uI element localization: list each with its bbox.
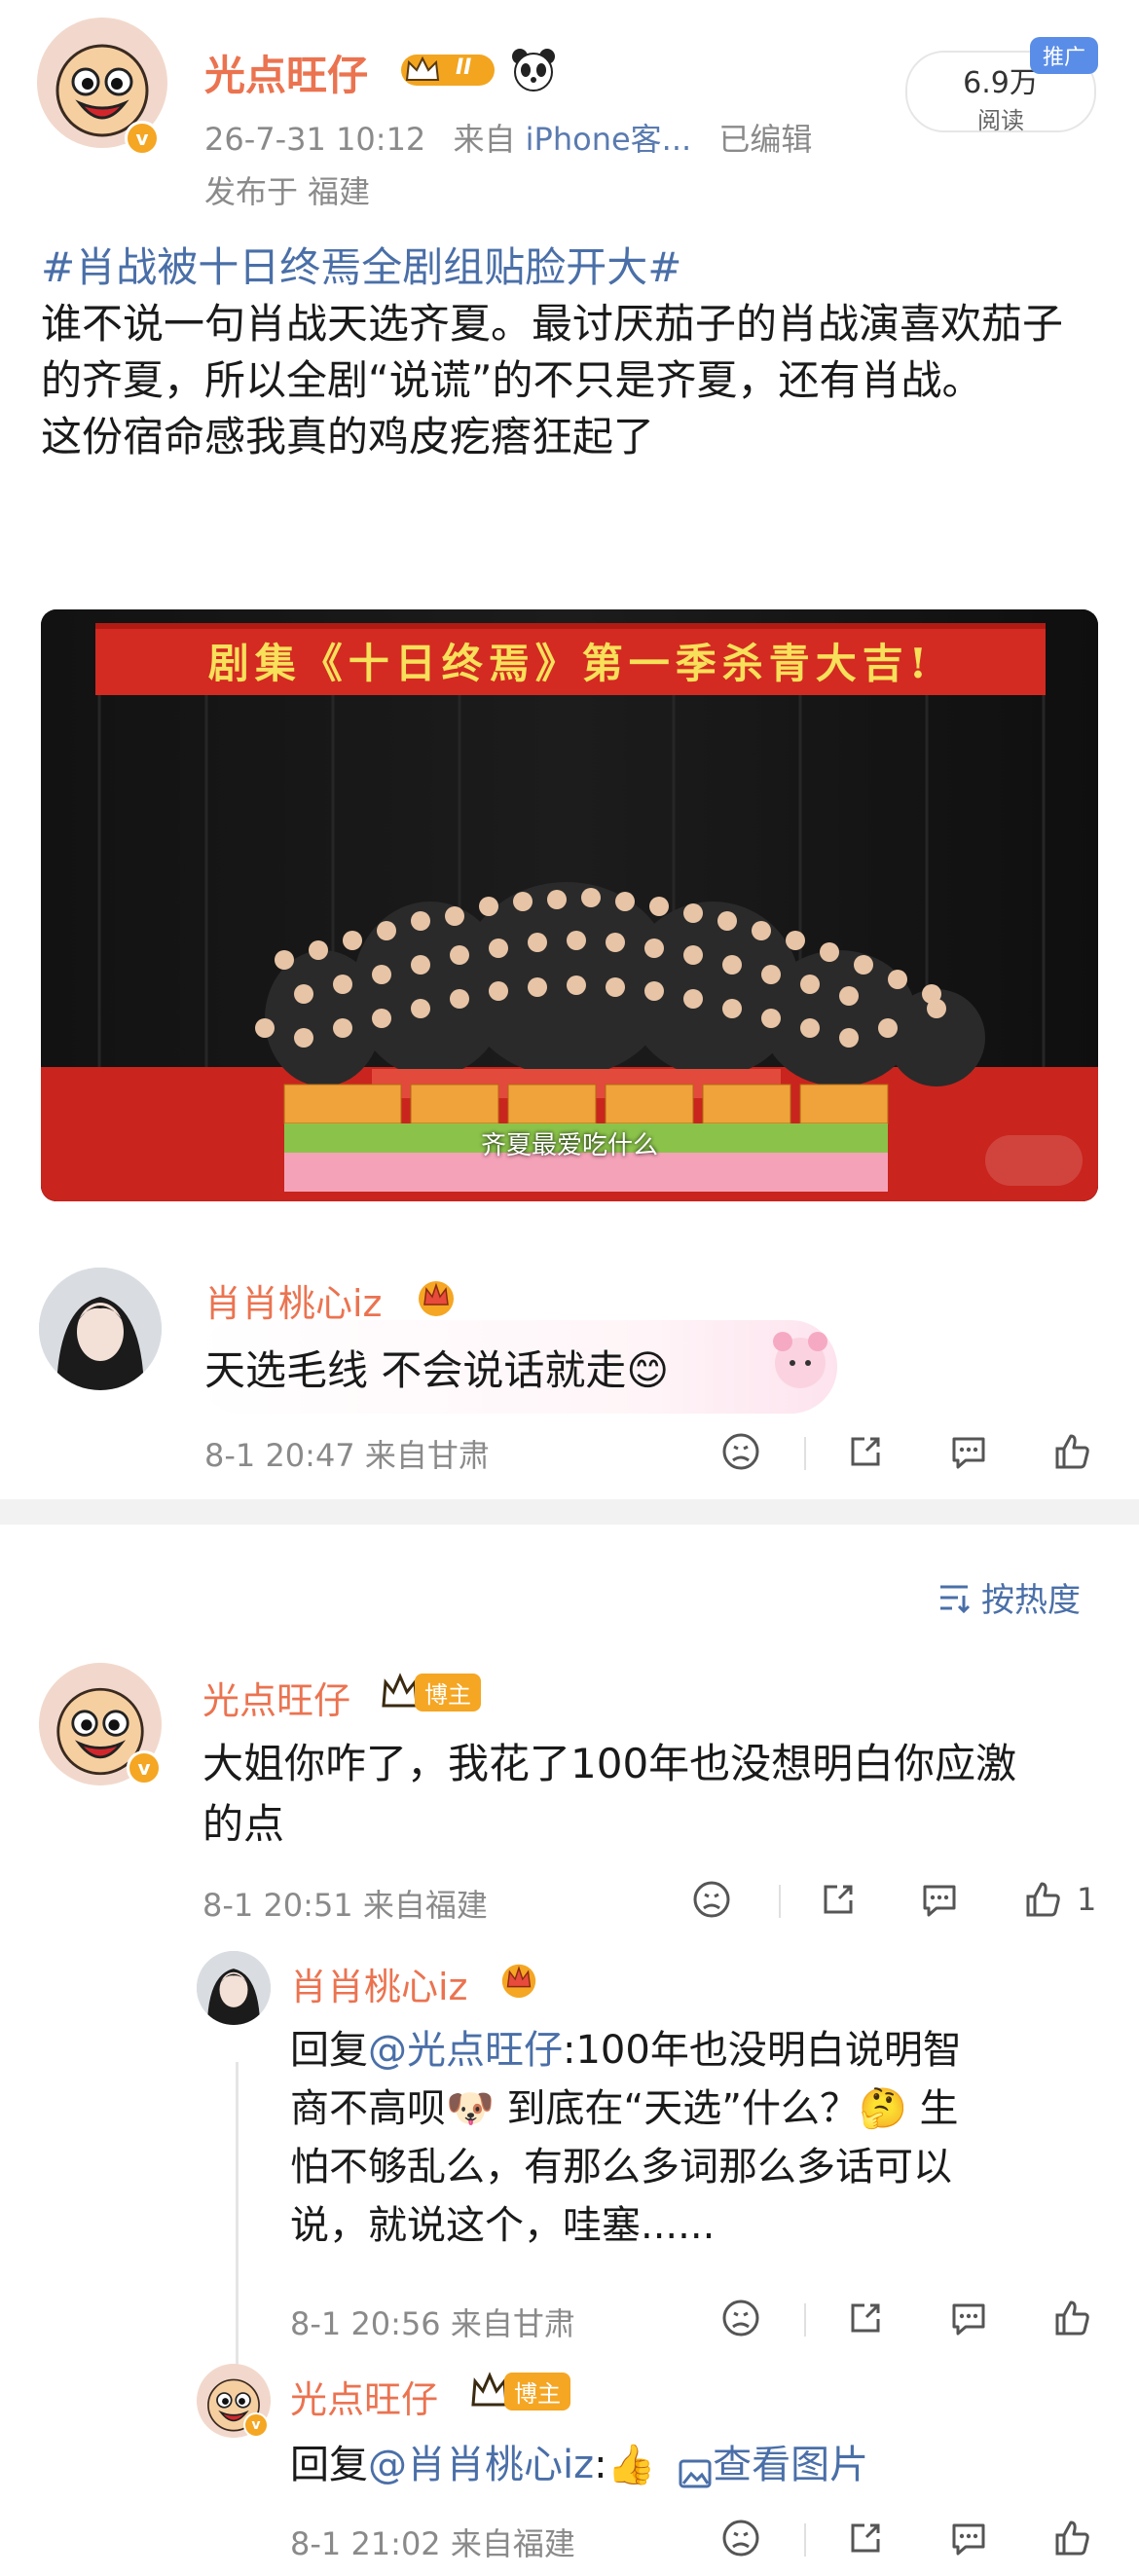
blogger-label: 博主 — [504, 2372, 570, 2410]
action-separator — [804, 1437, 806, 1470]
comment-icon[interactable] — [948, 2298, 989, 2338]
reply-after-mention: :👍 — [594, 2443, 656, 2487]
reply-author[interactable]: 肖肖桃心iz — [290, 1957, 468, 2010]
section-divider — [0, 1499, 1139, 1525]
action-separator — [779, 1885, 781, 1918]
bubble-decoration-icon — [759, 1324, 841, 1406]
reply-line-3: 怕不够乱么，有那么多词那么多话可以 — [290, 2145, 952, 2190]
crown-badge-icon — [498, 1959, 539, 2000]
post-meta: 26-7-31 10:12 来自 iPhone客... 已编辑 — [204, 115, 812, 160]
reply-prefix: 回复 — [290, 2443, 368, 2487]
reply-prefix: 回复 — [290, 2028, 368, 2073]
reply-line-2: 商不高呗🐶 到底在“天选”什么？🤔 生 — [290, 2086, 959, 2131]
reply-line-1: 回复@光点旺仔:100年也没明白说明智 — [290, 2021, 1098, 2079]
level-badge: II — [399, 51, 496, 90]
verified-badge-icon: v — [127, 1750, 162, 1785]
action-separator — [804, 2303, 806, 2337]
post-source[interactable]: iPhone客... — [526, 121, 692, 158]
like-count: 1 — [1077, 1881, 1097, 1918]
share-icon[interactable] — [845, 1431, 886, 1472]
sort-label: 按热度 — [981, 1581, 1081, 1620]
post-edited: 已编辑 — [718, 121, 813, 158]
read-label: 阅读 — [977, 107, 1024, 134]
post-photo[interactable]: 剧集《十日终焉》第一季杀青大吉! 齐夏最爱吃什么 — [41, 609, 1098, 1201]
post-paragraph-2: 这份宿命感我真的鸡皮疙瘩狂起了 — [41, 413, 655, 460]
post-source-prefix: 来自 — [453, 121, 516, 158]
comment-meta: 8-1 20:51 来自福建 — [202, 1887, 488, 1924]
reply-mention[interactable]: @肖肖桃心iz — [368, 2443, 594, 2487]
panda-icon — [510, 47, 557, 93]
comment-author[interactable]: 光点旺仔 — [202, 1671, 350, 1724]
dislike-icon[interactable] — [720, 1431, 761, 1472]
reply-line-4: 说，就说这个，哇塞...... — [290, 2203, 716, 2248]
post-hashtag[interactable]: #肖战被十日终焉全剧组贴脸开大# — [41, 239, 1102, 296]
crew-group-photo — [41, 609, 1098, 1201]
comment-icon[interactable] — [919, 1879, 960, 1920]
action-separator — [804, 2523, 806, 2557]
verified-badge-icon: v — [125, 121, 160, 156]
commenter-avatar[interactable] — [39, 1268, 162, 1390]
comment-meta: 8-1 20:47 来自甘肃 — [204, 1437, 490, 1474]
crown-level-icon — [401, 55, 495, 86]
reply-avatar[interactable] — [197, 1951, 271, 2025]
dislike-icon[interactable] — [691, 1879, 732, 1920]
commenter-name[interactable]: 肖肖桃心iz — [204, 1273, 383, 1327]
level-number: II — [456, 55, 472, 80]
blogger-badge: 博主 — [380, 1673, 481, 1711]
blogger-label: 博主 — [415, 1673, 481, 1711]
photo-banner-text: 剧集《十日终焉》第一季杀青大吉! — [207, 640, 934, 687]
post-body: #肖战被十日终焉全剧组贴脸开大# 谁不说一句肖战天选齐夏。最讨厌茄子的肖战演喜欢… — [41, 239, 1102, 465]
reply-text: 回复@肖肖桃心iz:👍 查看图片 — [290, 2436, 868, 2494]
girl-avatar-icon — [197, 1951, 271, 2025]
reply-thread-line — [236, 2062, 239, 2383]
post-location: 发布于 福建 — [204, 173, 371, 210]
sort-toggle[interactable]: 按热度 — [937, 1573, 1081, 1621]
dislike-icon[interactable] — [720, 2518, 761, 2558]
blogger-badge: 博主 — [469, 2372, 570, 2410]
share-icon[interactable] — [845, 2518, 886, 2558]
image-icon — [678, 2449, 713, 2488]
dislike-icon[interactable] — [720, 2298, 761, 2338]
author-name[interactable]: 光点旺仔 — [204, 43, 368, 102]
comment-text: 天选毛线 不会说话就走😊 — [204, 1346, 670, 1394]
reply-text-1: :100年也没明白说明智 — [563, 2028, 962, 2073]
view-image-label: 查看图片 — [713, 2443, 869, 2487]
share-icon[interactable] — [845, 2298, 886, 2338]
reply-author[interactable]: 光点旺仔 — [290, 2370, 438, 2423]
view-image-link[interactable]: 查看图片 — [678, 2443, 869, 2488]
share-icon[interactable] — [818, 1879, 859, 1920]
reply-mention[interactable]: @光点旺仔 — [368, 2028, 563, 2073]
like-icon[interactable] — [1051, 1431, 1092, 1472]
verified-badge-icon: v — [243, 2412, 269, 2438]
reply-meta: 8-1 20:56 来自甘肃 — [290, 2305, 575, 2342]
like-icon[interactable] — [1051, 2298, 1092, 2338]
girl-avatar-icon — [39, 1268, 162, 1390]
sort-icon — [937, 1578, 975, 1617]
promo-tag[interactable]: 推广 — [1030, 37, 1098, 74]
reply-meta: 8-1 21:02 来自福建 — [290, 2525, 575, 2562]
comment-text-line2: 的点 — [202, 1800, 285, 1848]
post-date: 26-7-31 10:12 — [204, 121, 426, 158]
crown-badge-icon — [415, 1275, 458, 1318]
photo-subtitle: 齐夏最爱吃什么 — [480, 1131, 658, 1160]
post-paragraph-1: 谁不说一句肖战天选齐夏。最讨厌茄子的肖战演喜欢茄子的齐夏，所以全剧“说谎”的不只… — [41, 300, 1064, 404]
like-icon[interactable] — [1022, 1879, 1063, 1920]
comment-icon[interactable] — [948, 2518, 989, 2558]
comment-icon[interactable] — [948, 1431, 989, 1472]
comment-text-line1: 大姐你咋了，我花了100年也没想明白你应激 — [202, 1740, 1017, 1787]
like-icon[interactable] — [1051, 2518, 1092, 2558]
reply-text: 回复@光点旺仔:100年也没明白说明智 商不高呗🐶 到底在“天选”什么？🤔 生 … — [290, 2021, 1098, 2255]
